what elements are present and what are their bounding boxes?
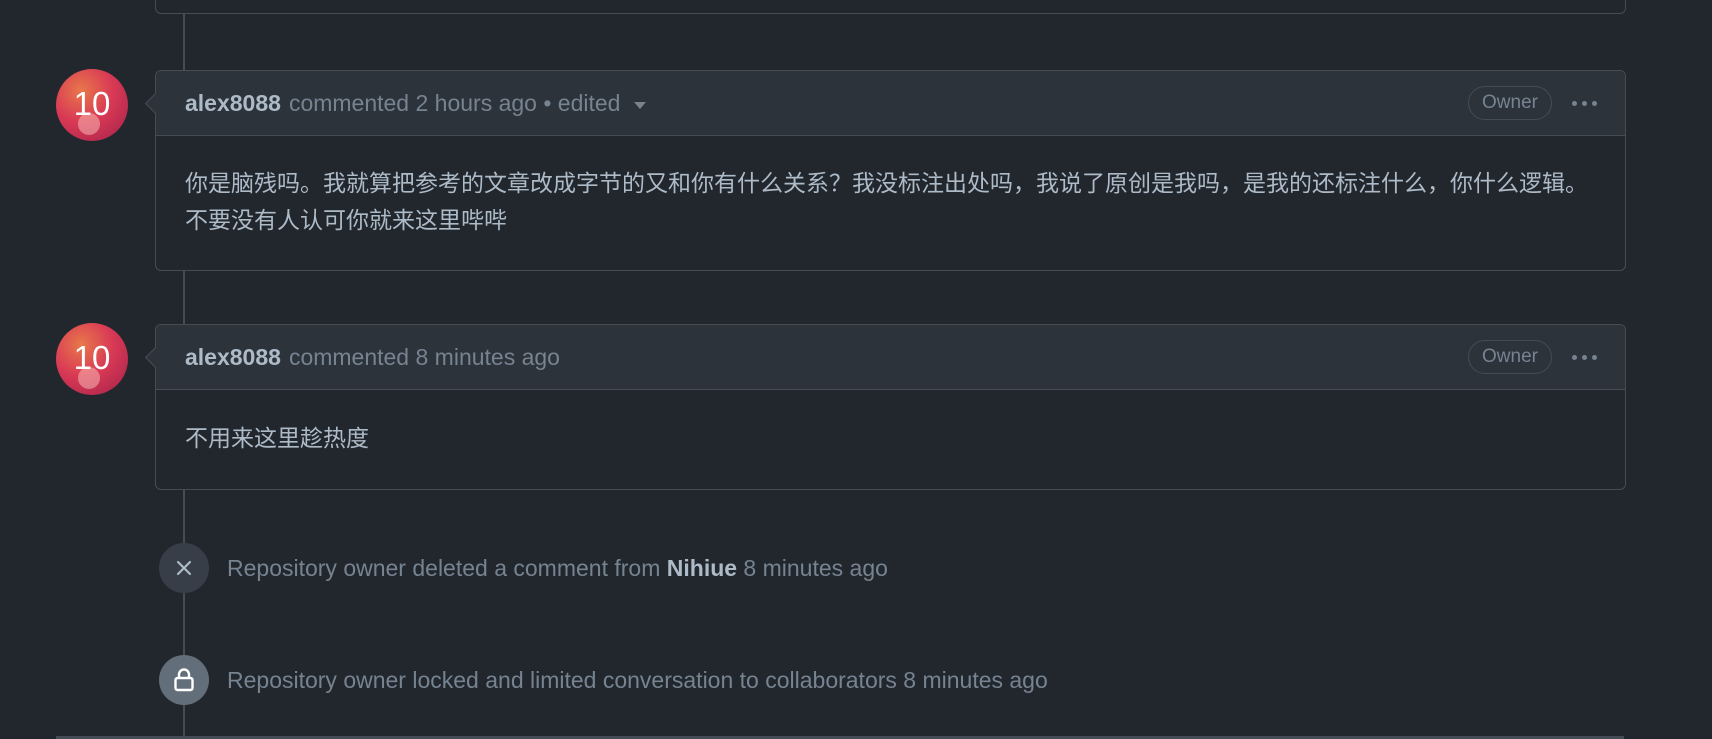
owner-badge: Owner [1468,86,1552,120]
avatar[interactable]: 10 [56,69,128,141]
edited-dropdown-chevron-icon[interactable] [634,101,647,109]
comment-1: alex8088 commented 2 hours ago • edited … [155,70,1626,271]
kebab-dot [1582,100,1587,106]
event-text: Repository owner locked and limited conv… [227,666,1048,693]
kebab-menu-icon[interactable] [1572,342,1597,372]
event-time[interactable]: 8 minutes ago [737,555,888,582]
x-icon [176,560,192,576]
kebab-dot [1582,354,1587,360]
comment-header: alex8088 commented 2 hours ago • edited … [156,71,1625,136]
deleted-badge [159,543,209,593]
previous-comment-box [155,0,1626,14]
avatar-number: 10 [73,339,111,376]
lock-icon [174,668,194,692]
comment-author-link[interactable]: alex8088 [185,344,281,371]
kebab-dot [1572,354,1577,360]
timeline-event-deleted: Repository owner deleted a comment from … [159,543,888,593]
comment-header-actions: Owner [1468,86,1597,120]
issue-timeline: 10 alex8088 commented 2 hours ago • edit… [0,0,1712,739]
timeline-event-locked: Repository owner locked and limited conv… [159,655,1048,705]
owner-badge: Owner [1468,340,1552,374]
kebab-dot [1572,100,1577,106]
locked-badge [159,655,209,705]
comment-author-link[interactable]: alex8088 [185,90,281,117]
comment-meta[interactable]: commented 8 minutes ago [289,344,560,371]
comment-meta[interactable]: commented 2 hours ago • edited [289,90,621,117]
comment-2: alex8088 commented 8 minutes ago Owner 不… [155,324,1626,490]
comment-header: alex8088 commented 8 minutes ago Owner [156,325,1625,390]
comment-body: 你是脑残吗。我就算把参考的文章改成字节的又和你有什么关系？我没标注出处吗，我说了… [185,171,1588,234]
kebab-dot [1592,100,1597,106]
avatar-number: 10 [73,85,111,122]
avatar[interactable]: 10 [56,323,128,395]
event-text: Repository owner deleted a comment from [227,554,667,581]
kebab-menu-icon[interactable] [1572,88,1597,118]
comment-body: 不用来这里趁热度 [185,426,369,452]
event-actor-link[interactable]: Nihiue [667,555,737,582]
kebab-dot [1592,354,1597,360]
comment-header-actions: Owner [1468,340,1597,374]
